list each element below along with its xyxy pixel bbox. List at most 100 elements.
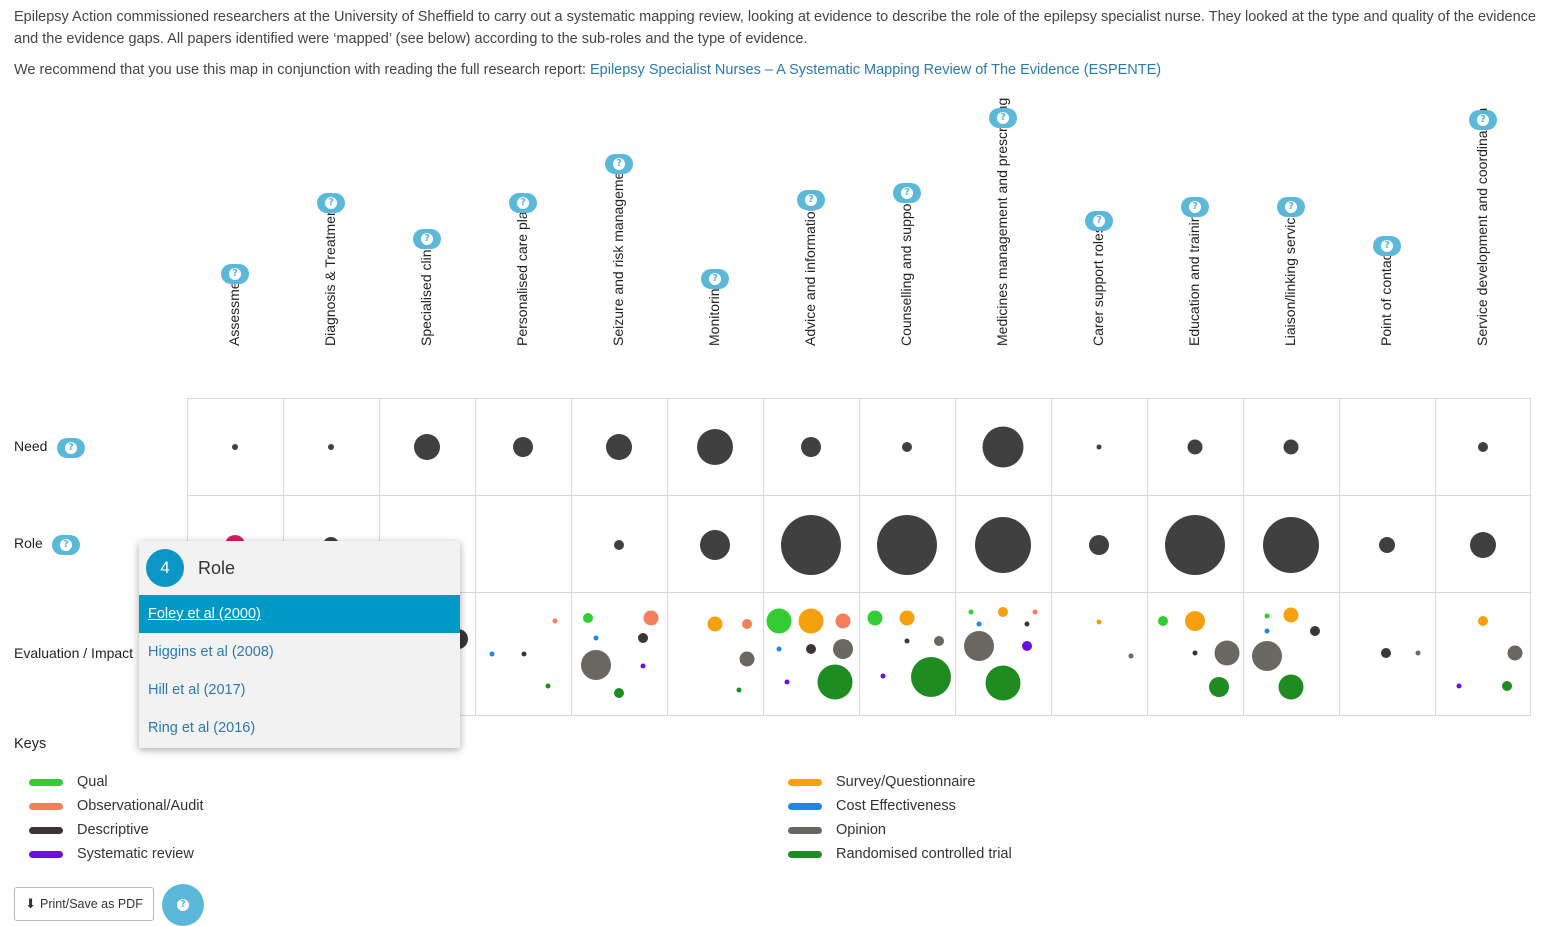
need-dot-5[interactable] (697, 429, 733, 465)
role-dot-4[interactable] (614, 540, 624, 550)
evaluation-dot-survey[interactable] (1478, 616, 1488, 626)
evaluation-dot-descriptive[interactable] (1310, 626, 1320, 636)
column-help-icon[interactable]: ? (893, 183, 921, 203)
evaluation-dot-rct[interactable] (736, 687, 742, 693)
evaluation-dot-qual[interactable] (583, 613, 593, 623)
role-dot-10[interactable] (1165, 515, 1225, 575)
evaluation-dot-descriptive[interactable] (1381, 648, 1391, 658)
column-help-icon[interactable]: ? (509, 193, 537, 213)
report-link[interactable]: Epilepsy Specialist Nurses – A Systemati… (590, 62, 1161, 78)
evaluation-dot-opinion[interactable] (964, 631, 994, 661)
need-dot-4[interactable] (606, 434, 632, 460)
evaluation-dot-rct[interactable] (1502, 681, 1512, 691)
column-help-icon[interactable]: ? (1085, 211, 1113, 231)
evaluation-dot-rct[interactable] (985, 665, 1021, 701)
evaluation-dot-systematic[interactable] (640, 663, 646, 669)
evaluation-dot-survey[interactable] (899, 610, 915, 626)
evaluation-dot-opinion[interactable] (739, 651, 755, 667)
role-dot-11[interactable] (1263, 517, 1319, 573)
evaluation-dot-opinion[interactable] (1128, 653, 1134, 659)
evaluation-dot-cost[interactable] (489, 651, 495, 657)
column-help-icon[interactable]: ? (1373, 236, 1401, 256)
evaluation-dot-systematic[interactable] (880, 673, 886, 679)
evaluation-dot-qual[interactable] (1264, 613, 1270, 619)
evaluation-dot-observational[interactable] (835, 613, 851, 629)
need-dot-7[interactable] (902, 442, 912, 452)
need-help-icon[interactable]: ? (57, 438, 85, 458)
evaluation-dot-systematic[interactable] (1022, 641, 1032, 651)
column-help-icon[interactable]: ? (605, 154, 633, 174)
evaluation-dot-opinion[interactable] (1252, 641, 1282, 671)
evaluation-dot-rct[interactable] (1278, 674, 1304, 700)
evaluation-dot-cost[interactable] (593, 635, 599, 641)
evaluation-dot-opinion[interactable] (1214, 640, 1240, 666)
help-icon[interactable]: ? (162, 884, 204, 926)
evaluation-dot-cost[interactable] (776, 646, 782, 652)
evaluation-dot-rct[interactable] (911, 657, 951, 697)
evaluation-dot-descriptive[interactable] (638, 633, 648, 643)
print-save-pdf-button[interactable]: ⬇ Print/Save as PDF (14, 887, 154, 921)
role-dot-9[interactable] (1089, 535, 1109, 555)
role-dot-5[interactable] (700, 530, 730, 560)
evaluation-dot-descriptive[interactable] (521, 651, 527, 657)
evaluation-dot-survey[interactable] (998, 607, 1008, 617)
evaluation-dot-descriptive[interactable] (904, 638, 910, 644)
evaluation-dot-observational[interactable] (552, 618, 558, 624)
evaluation-dot-survey[interactable] (798, 608, 824, 634)
column-help-icon[interactable]: ? (1181, 197, 1209, 217)
evaluation-dot-qual[interactable] (867, 610, 883, 626)
popup-item-1[interactable]: Higgins et al (2008) (139, 633, 460, 671)
evaluation-dot-descriptive[interactable] (1192, 650, 1198, 656)
evaluation-dot-survey[interactable] (1185, 611, 1205, 631)
popup-item-3[interactable]: Ring et al (2016) (139, 709, 460, 747)
evaluation-dot-survey[interactable] (1283, 607, 1299, 623)
column-help-icon[interactable]: ? (1469, 110, 1497, 130)
role-dot-12[interactable] (1379, 537, 1395, 553)
need-dot-13[interactable] (1478, 442, 1488, 452)
need-dot-6[interactable] (801, 437, 821, 457)
evaluation-dot-observational[interactable] (643, 610, 659, 626)
evaluation-dot-observational[interactable] (1032, 609, 1038, 615)
column-help-icon[interactable]: ? (989, 108, 1017, 128)
popup-item-2[interactable]: Hill et al (2017) (139, 671, 460, 709)
column-help-icon[interactable]: ? (221, 264, 249, 284)
evaluation-dot-survey[interactable] (1096, 619, 1102, 625)
need-dot-9[interactable] (1096, 444, 1102, 450)
evaluation-dot-qual[interactable] (766, 608, 792, 634)
evaluation-dot-systematic[interactable] (1456, 683, 1462, 689)
evaluation-dot-rct[interactable] (817, 664, 853, 700)
evaluation-dot-opinion[interactable] (581, 650, 611, 680)
evaluation-dot-survey[interactable] (707, 616, 723, 632)
evaluation-dot-rct[interactable] (545, 683, 551, 689)
need-dot-1[interactable] (328, 444, 334, 450)
popup-item-0[interactable]: Foley et al (2000) (139, 595, 460, 633)
evaluation-dot-systematic[interactable] (784, 679, 790, 685)
role-dot-7[interactable] (877, 515, 937, 575)
evaluation-dot-opinion[interactable] (934, 636, 944, 646)
evaluation-dot-qual[interactable] (968, 609, 974, 615)
column-help-icon[interactable]: ? (797, 190, 825, 210)
evaluation-dot-descriptive[interactable] (806, 644, 816, 654)
need-dot-2[interactable] (414, 434, 440, 460)
need-dot-3[interactable] (513, 437, 533, 457)
need-dot-11[interactable] (1283, 439, 1299, 455)
column-help-icon[interactable]: ? (317, 193, 345, 213)
evaluation-dot-opinion[interactable] (1507, 645, 1523, 661)
need-dot-0[interactable] (232, 444, 238, 450)
role-dot-13[interactable] (1470, 532, 1496, 558)
evaluation-dot-opinion[interactable] (833, 639, 853, 659)
role-dot-6[interactable] (781, 515, 841, 575)
need-dot-8[interactable] (982, 426, 1024, 468)
evaluation-dot-opinion[interactable] (1415, 650, 1421, 656)
column-help-icon[interactable]: ? (1277, 197, 1305, 217)
need-dot-10[interactable] (1187, 439, 1203, 455)
evaluation-dot-observational[interactable] (742, 619, 752, 629)
column-help-icon[interactable]: ? (413, 229, 441, 249)
evaluation-dot-cost[interactable] (976, 621, 982, 627)
evaluation-dot-qual[interactable] (1158, 616, 1168, 626)
evaluation-dot-descriptive[interactable] (1024, 621, 1030, 627)
role-help-icon[interactable]: ? (52, 535, 80, 555)
evaluation-dot-rct[interactable] (1209, 677, 1229, 697)
evaluation-dot-cost[interactable] (1264, 628, 1270, 634)
evaluation-dot-rct[interactable] (614, 688, 624, 698)
